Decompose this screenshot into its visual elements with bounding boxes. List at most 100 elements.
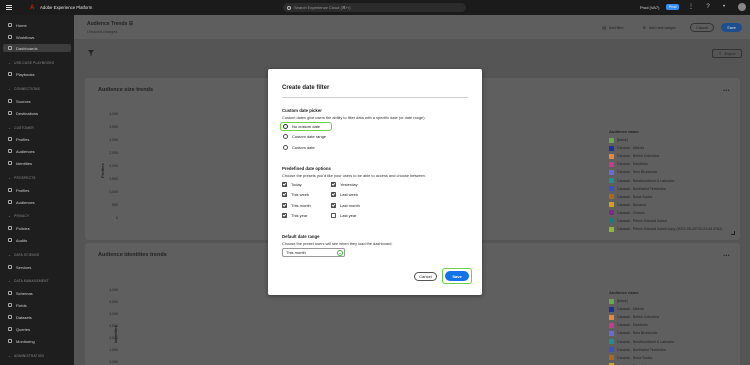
checkbox-today[interactable]: Today bbox=[282, 182, 302, 187]
checkbox-yesterday[interactable]: Yesterday bbox=[331, 182, 358, 187]
sidebar-item-policies[interactable]: Policies bbox=[8, 224, 30, 232]
filter-add-icon: ▤ bbox=[602, 26, 606, 30]
checkbox-this-week[interactable]: This week bbox=[282, 192, 309, 197]
radio-button[interactable] bbox=[283, 145, 288, 150]
legend-item[interactable]: Canada - Ontario bbox=[609, 209, 722, 217]
widget-title: Audience size trends bbox=[98, 87, 154, 93]
sidebar-item-destinations[interactable]: Destinations bbox=[8, 109, 38, 117]
radio-button[interactable] bbox=[283, 134, 288, 139]
legend-item[interactable]: Canada - Alberta bbox=[609, 144, 722, 152]
sidebar-section-data-management[interactable]: ⌄ DATA MANAGEMENT bbox=[8, 279, 49, 283]
default-date-range-select[interactable]: This month ⌄ bbox=[282, 248, 345, 257]
custom-date-picker-desc: Custom dates give users the ability to f… bbox=[282, 115, 426, 120]
radio-custom-date-range[interactable]: Custom date range bbox=[283, 134, 326, 139]
header-cancel-button[interactable]: Cancel bbox=[690, 23, 714, 32]
sidebar-item-workflows[interactable]: Workflows bbox=[8, 33, 34, 41]
sidebar-section-connections[interactable]: ⌄ CONNECTIONS bbox=[8, 87, 40, 91]
queries-icon bbox=[8, 327, 12, 331]
sidebar-section-privacy[interactable]: ⌄ PRIVACY bbox=[8, 214, 29, 218]
sidebar-section-prospects[interactable]: ⌄ PROSPECTS bbox=[8, 176, 36, 180]
sidebar-item-prospect-audiences[interactable]: Audiences bbox=[8, 198, 35, 206]
adobe-logo-icon[interactable]: A bbox=[30, 5, 36, 11]
sidebar-item-datasets[interactable]: Datasets bbox=[8, 313, 32, 321]
sidebar-item-fields[interactable]: Fields bbox=[8, 301, 27, 309]
cancel-button[interactable]: Cancel bbox=[414, 272, 437, 281]
legend-item[interactable]: Canada - Newfoundland & Labrador bbox=[609, 176, 722, 184]
notifications-icon[interactable]: • bbox=[721, 4, 727, 10]
legend-item[interactable]: Canada - British Columbia bbox=[609, 152, 722, 160]
legend-swatch bbox=[609, 330, 614, 336]
search-placeholder: Search Experience Cloud (⌘+/) bbox=[294, 5, 351, 10]
legend-item[interactable]: Canada - Manitoba bbox=[609, 321, 675, 329]
legend-item[interactable]: Canada - Nova Scotia bbox=[609, 354, 675, 362]
add-filter-button[interactable]: ▤ Add filter bbox=[598, 23, 628, 32]
more-options-icon[interactable]: ••• bbox=[723, 253, 730, 259]
sidebar-section-customer[interactable]: ⌄ CUSTOMER bbox=[8, 126, 34, 130]
sidebar-item-home[interactable]: Home bbox=[8, 21, 27, 29]
radio-button[interactable] bbox=[283, 124, 288, 129]
chevron-down-icon[interactable]: ⌄ bbox=[337, 250, 343, 256]
sidebar-item-prospect-profiles[interactable]: Profiles bbox=[8, 186, 29, 194]
legend-item[interactable]: Canada - New Brunswick bbox=[609, 168, 722, 176]
legend-label: [blank] bbox=[617, 299, 628, 304]
export-button[interactable]: ⇪ Export bbox=[712, 49, 742, 58]
legend-item[interactable]: Canada - Manitoba bbox=[609, 160, 722, 168]
radio-custom-date[interactable]: Custom date bbox=[283, 145, 315, 150]
sidebar-section-data-science[interactable]: ⌄ DATA SCIENCE bbox=[8, 253, 39, 257]
checkbox-last-week[interactable]: Last week bbox=[331, 192, 358, 197]
menu-icon[interactable] bbox=[4, 3, 14, 13]
legend-item[interactable]: [blank] bbox=[609, 297, 675, 305]
sidebar-item-schemas[interactable]: Schemas bbox=[8, 289, 33, 297]
legend-item[interactable]: Canada - British Columbia bbox=[609, 313, 675, 321]
legend-item[interactable]: Canada - Alberta bbox=[609, 305, 675, 313]
checkbox-this-year[interactable]: This year bbox=[282, 213, 307, 218]
org-switcher[interactable]: Prod (VA7) bbox=[640, 5, 660, 10]
legend-item[interactable]: Canada - Nova Scotia bbox=[609, 193, 722, 201]
default-date-range-heading: Default date range bbox=[282, 234, 320, 239]
app-name[interactable]: Adobe Experience Platform bbox=[40, 5, 92, 10]
legend-item[interactable]: Canada - Prince Edward Island bbox=[609, 217, 722, 225]
sidebar-item-queries[interactable]: Queries bbox=[8, 325, 30, 333]
header-save-button[interactable]: Save bbox=[721, 23, 742, 32]
legend-item[interactable]: Canada - Prince Edward Island copy (2022… bbox=[609, 225, 722, 233]
legend-item[interactable]: Canada - Nunavut bbox=[609, 201, 722, 209]
checkbox-last-year[interactable]: Last year bbox=[331, 213, 356, 218]
sidebar-item-audits[interactable]: Audits bbox=[8, 236, 27, 244]
audiences-icon bbox=[8, 149, 12, 153]
legend-swatch bbox=[609, 226, 614, 232]
search-input[interactable]: Search Experience Cloud (⌘+/) bbox=[283, 3, 466, 12]
checkbox-last-month[interactable]: Last month bbox=[331, 203, 360, 208]
legend-item[interactable]: Canada - New Brunswick bbox=[609, 329, 675, 337]
legend-item[interactable]: Canada - Northwest Territories bbox=[609, 346, 675, 354]
legend-item[interactable]: Canada - Northwest Territories bbox=[609, 185, 722, 193]
legend-header: Audience name bbox=[609, 129, 639, 134]
sidebar-item-playbooks[interactable]: Playbooks bbox=[8, 70, 34, 78]
sidebar-item-identities[interactable]: Identities bbox=[8, 159, 32, 167]
save-button[interactable]: Save bbox=[445, 271, 469, 281]
add-widget-button[interactable]: ⊕ Add new widget bbox=[637, 23, 681, 32]
sidebar-item-services[interactable]: Services bbox=[8, 263, 31, 271]
legend-label: Canada - Newfoundland & Labrador bbox=[617, 178, 675, 183]
profiles-icon bbox=[8, 188, 12, 192]
avatar[interactable] bbox=[738, 3, 746, 11]
resize-handle-icon[interactable] bbox=[731, 231, 735, 235]
sidebar-item-sources[interactable]: Sources bbox=[8, 97, 31, 105]
apps-grid-icon[interactable]: ⋮ bbox=[688, 4, 694, 10]
sidebar-section-playbooks[interactable]: ⌄ USE-CASE PLAYBOOKS bbox=[8, 61, 54, 65]
help-icon[interactable]: ? bbox=[705, 4, 711, 10]
sidebar-item-audiences[interactable]: Audiences bbox=[8, 147, 35, 155]
legend-item[interactable]: Canada - Newfoundland & Labrador bbox=[609, 337, 675, 345]
default-date-range-desc: Choose the preset users will see when th… bbox=[282, 241, 393, 246]
legend-item[interactable]: [blank] bbox=[609, 136, 722, 144]
sidebar-section-administration[interactable]: ⌄ ADMINISTRATION bbox=[8, 354, 44, 358]
radio-no-custom-date[interactable]: No custom date bbox=[283, 124, 320, 129]
sidebar-item-dashboards[interactable]: Dashboards bbox=[3, 44, 71, 52]
filter-icon[interactable] bbox=[88, 50, 94, 56]
checkbox-this-month[interactable]: This month bbox=[282, 203, 311, 208]
edit-icon[interactable]: ☰ bbox=[129, 21, 133, 27]
legend-label: Canada - British Columbia bbox=[617, 154, 659, 159]
sidebar-item-profiles[interactable]: Profiles bbox=[8, 135, 29, 143]
sidebar-item-monitoring[interactable]: Monitoring bbox=[8, 337, 35, 345]
more-options-icon[interactable]: ••• bbox=[723, 88, 730, 94]
legend-label: Canada - Ontario bbox=[617, 210, 645, 215]
